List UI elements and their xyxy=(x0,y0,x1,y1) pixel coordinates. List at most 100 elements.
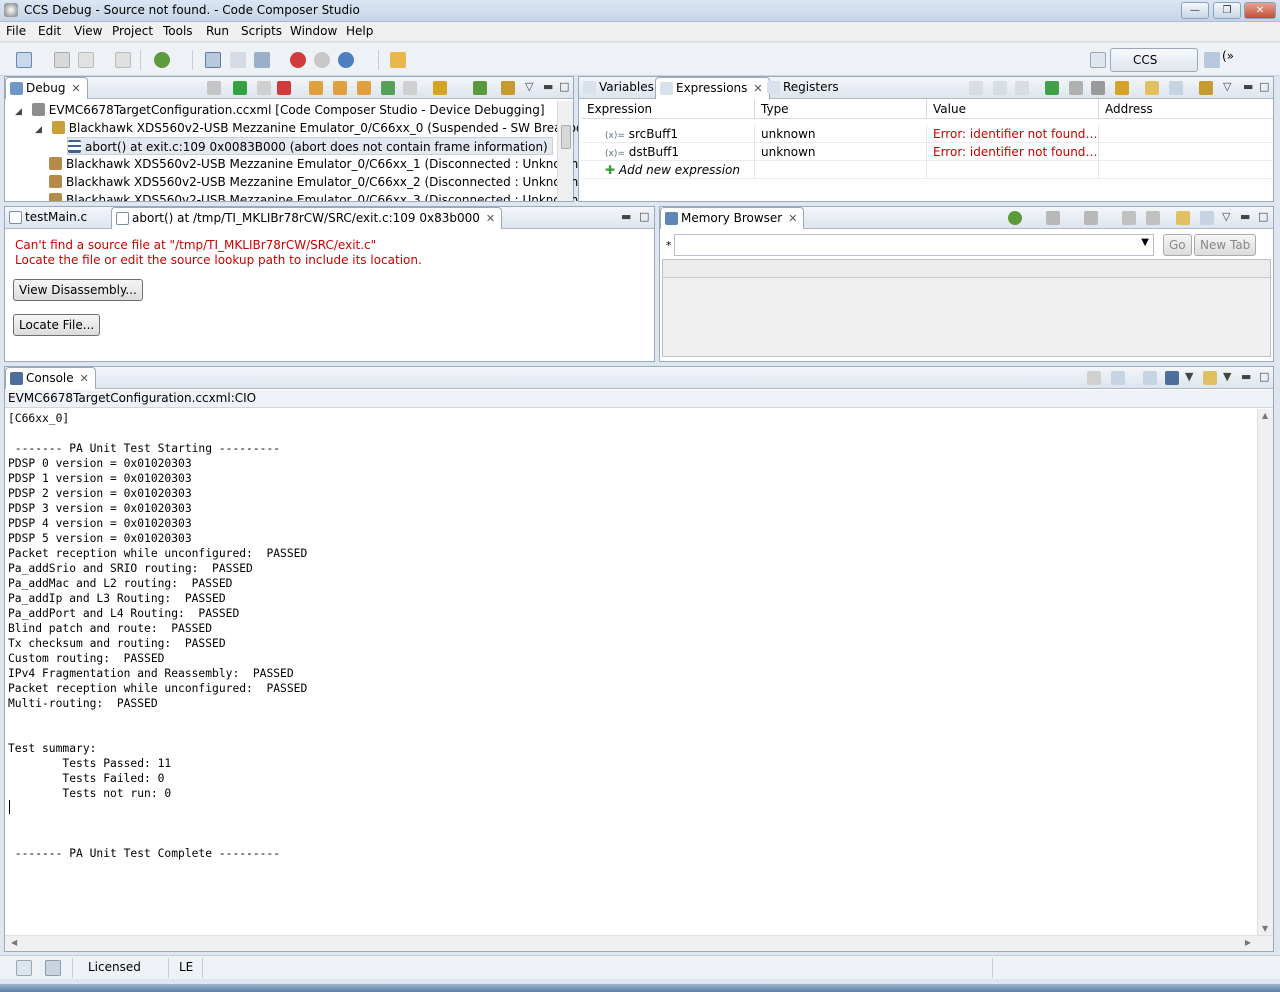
reset-icon[interactable] xyxy=(433,81,447,95)
external-tools-icon[interactable] xyxy=(338,52,354,68)
show-type-names-icon[interactable] xyxy=(993,81,1007,95)
new-tab-button[interactable]: New Tab xyxy=(1194,234,1257,256)
scroll-left-icon[interactable]: ◀ xyxy=(11,938,17,947)
new-view-icon[interactable] xyxy=(1145,81,1159,95)
menu-edit[interactable]: Edit xyxy=(38,24,61,38)
restart-icon[interactable] xyxy=(473,81,487,95)
perspective-ccs-debug[interactable]: CCS Debug xyxy=(1110,48,1198,89)
collapse-all-icon[interactable] xyxy=(969,81,983,95)
refresh-icon[interactable] xyxy=(501,81,515,95)
debug-scrollbar[interactable] xyxy=(557,101,573,201)
console-vertical-scrollbar[interactable]: ▲ ▼ xyxy=(1257,409,1273,935)
print-icon[interactable] xyxy=(115,52,131,68)
open-console-icon[interactable] xyxy=(1203,371,1217,385)
chevron-down-icon[interactable]: ▼ xyxy=(1223,370,1231,383)
resume-icon[interactable] xyxy=(233,81,247,95)
console-horizontal-scrollbar[interactable]: ◀ ▶ xyxy=(5,935,1273,951)
view-menu-icon[interactable]: ▽ xyxy=(525,80,533,93)
load-memory-icon[interactable] xyxy=(1084,211,1098,225)
display-console-icon[interactable] xyxy=(1165,371,1179,385)
minimize-view-icon[interactable]: ▬ xyxy=(1240,210,1250,223)
menu-run[interactable]: Run xyxy=(206,24,229,38)
refresh-icon[interactable] xyxy=(1115,81,1129,95)
pin-icon[interactable] xyxy=(1169,81,1183,95)
scroll-lock-icon[interactable] xyxy=(1111,371,1125,385)
view-menu-icon[interactable]: ▽ xyxy=(1222,210,1230,223)
tab-abort-source[interactable]: abort() at /tmp/TI_MKLIBr78rCW/SRC/exit.… xyxy=(111,207,503,229)
breakpoint-icon[interactable] xyxy=(290,52,306,68)
clear-console-icon[interactable] xyxy=(1087,371,1101,385)
maximize-view-icon[interactable]: □ xyxy=(559,80,569,93)
tab-expressions[interactable]: Expressions ✕ xyxy=(655,77,770,99)
minimize-button[interactable]: — xyxy=(1181,2,1209,19)
scroll-down-icon[interactable]: ▼ xyxy=(1262,924,1268,933)
tab-memory-browser[interactable]: Memory Browser ✕ xyxy=(660,207,805,229)
refresh-icon[interactable] xyxy=(1008,211,1022,225)
pin-icon[interactable] xyxy=(1200,211,1214,225)
memory-content-area[interactable] xyxy=(662,259,1271,357)
fast-view-icon[interactable] xyxy=(16,960,32,976)
column-header-value[interactable]: Value xyxy=(927,99,1099,119)
continuous-refresh-icon[interactable] xyxy=(1199,81,1213,95)
tab-registers[interactable]: Registers xyxy=(763,77,845,99)
add-new-expression[interactable]: ✚ Add new expression xyxy=(581,161,755,179)
remove-expression-icon[interactable] xyxy=(1069,81,1083,95)
column-header-address[interactable]: Address xyxy=(1099,99,1273,119)
maximize-button[interactable]: ❐ xyxy=(1213,2,1241,19)
view-menu-icon[interactable]: ▽ xyxy=(1223,80,1231,93)
add-expression-icon[interactable] xyxy=(1045,81,1059,95)
tree-item-target-config[interactable]: ◢ EVMC6678TargetConfiguration.ccxml [Cod… xyxy=(15,101,545,119)
remove-breakpoint-icon[interactable] xyxy=(314,52,330,68)
tab-variables[interactable]: Variables xyxy=(579,77,660,99)
console-output[interactable]: [C66xx_0] ------- PA Unit Test Starting … xyxy=(8,411,307,861)
close-icon[interactable]: ✕ xyxy=(788,212,797,225)
minimize-view-icon[interactable]: ▬ xyxy=(543,80,553,93)
pin-console-icon[interactable] xyxy=(1143,371,1157,385)
maximize-view-icon[interactable]: □ xyxy=(1259,370,1269,383)
minimize-view-icon[interactable]: ▬ xyxy=(1241,370,1251,383)
chevron-down-icon[interactable]: ▼ xyxy=(1141,237,1149,248)
close-icon[interactable]: ✕ xyxy=(753,82,762,95)
back-icon[interactable] xyxy=(1122,211,1136,225)
menu-tools[interactable]: Tools xyxy=(163,24,193,38)
perspective-overflow[interactable]: (» xyxy=(1222,49,1234,63)
maximize-view-icon[interactable]: □ xyxy=(639,210,649,223)
column-header-type[interactable]: Type xyxy=(755,99,927,119)
search-icon[interactable] xyxy=(390,52,406,68)
save-memory-icon[interactable] xyxy=(1046,211,1060,225)
tree-item-core-1[interactable]: Blackhawk XDS560v2-USB Mezzanine Emulato… xyxy=(49,155,583,173)
save-all-icon[interactable] xyxy=(78,52,94,68)
go-button[interactable]: Go xyxy=(1163,234,1192,256)
close-icon[interactable]: ✕ xyxy=(486,212,495,225)
minimize-view-icon[interactable]: ▬ xyxy=(621,210,631,223)
new-view-icon[interactable] xyxy=(1176,211,1190,225)
connect-icon[interactable] xyxy=(230,52,246,68)
build-icon[interactable] xyxy=(154,52,170,68)
remove-all-terminated-icon[interactable] xyxy=(207,81,221,95)
view-disassembly-button[interactable]: View Disassembly... xyxy=(13,279,143,301)
step-return-icon[interactable] xyxy=(357,81,371,95)
menu-view[interactable]: View xyxy=(74,24,102,38)
menu-window[interactable]: Window xyxy=(290,24,337,38)
tree-item-stack-frame[interactable]: abort() at exit.c:109 0x0083B000 (abort … xyxy=(67,137,553,155)
open-perspective-icon[interactable] xyxy=(1090,52,1106,68)
tree-item-core-2[interactable]: Blackhawk XDS560v2-USB Mezzanine Emulato… xyxy=(49,173,583,191)
tab-testmain[interactable]: testMain.c xyxy=(5,207,93,229)
debug-icon[interactable] xyxy=(205,52,221,68)
scrollbar-thumb[interactable] xyxy=(561,125,571,149)
locate-file-button[interactable]: Locate File... xyxy=(13,314,101,336)
step-over-icon[interactable] xyxy=(333,81,347,95)
columns-icon[interactable] xyxy=(1015,81,1029,95)
column-header-expression[interactable]: Expression xyxy=(581,99,755,119)
save-icon[interactable] xyxy=(54,52,70,68)
menu-scripts[interactable]: Scripts xyxy=(241,24,282,38)
tab-debug[interactable]: Debug ✕ xyxy=(5,77,88,99)
memory-address-input[interactable]: ▼ xyxy=(674,234,1154,256)
run-to-line-icon[interactable] xyxy=(403,81,417,95)
forward-icon[interactable] xyxy=(1146,211,1160,225)
menu-project[interactable]: Project xyxy=(112,24,153,38)
tree-item-core-0[interactable]: ◢ Blackhawk XDS560v2-USB Mezzanine Emula… xyxy=(35,119,604,137)
assembly-step-icon[interactable] xyxy=(381,81,395,95)
chevron-down-icon[interactable]: ▼ xyxy=(1185,370,1193,383)
perspective-edit-icon[interactable] xyxy=(1204,52,1220,68)
